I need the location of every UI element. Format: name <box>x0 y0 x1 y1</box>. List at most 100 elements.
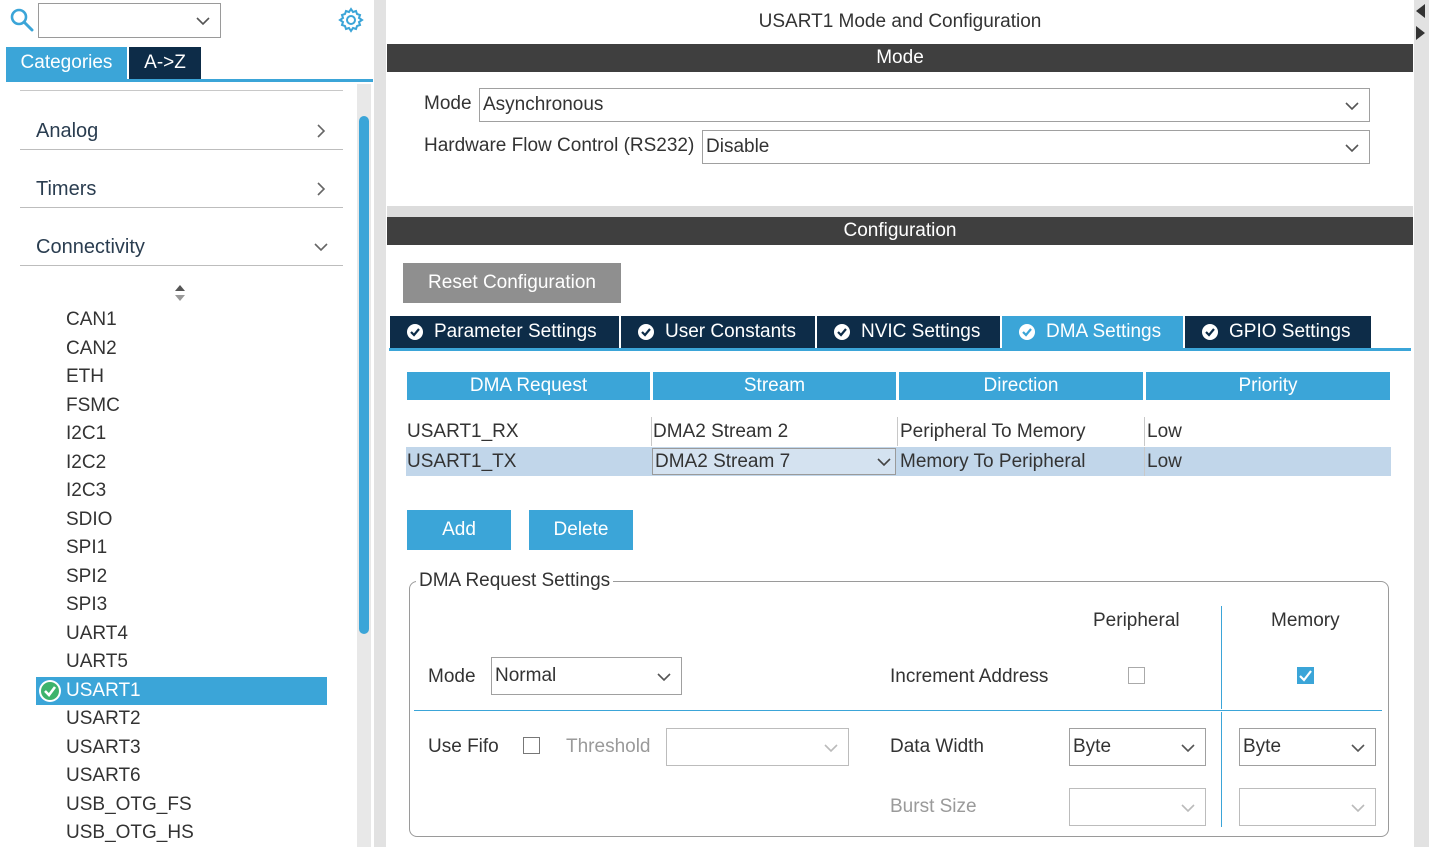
chevron-down-icon <box>1345 144 1359 153</box>
tab-user-constants[interactable]: User Constants <box>621 316 815 348</box>
tab-underline <box>389 348 1411 351</box>
peripheral-item-spi3[interactable]: SPI3 <box>66 591 107 619</box>
flow-control-value: Disable <box>706 136 770 157</box>
threshold-label: Threshold <box>566 736 651 757</box>
check-circle-icon <box>407 324 423 340</box>
right-collapse-strip[interactable] <box>1414 0 1429 847</box>
add-button[interactable]: Add <box>407 510 511 550</box>
cell-dma-request: USART1_TX <box>407 451 517 472</box>
category-analog[interactable]: Analog <box>20 92 343 150</box>
reset-configuration-button[interactable]: Reset Configuration <box>403 263 621 303</box>
peripheral-column-header: Peripheral <box>1093 610 1180 631</box>
peripheral-item-uart4[interactable]: UART4 <box>66 620 128 648</box>
table-row-selected[interactable]: USART1_TX DMA2 Stream 7 Memory To Periph… <box>406 447 1391 476</box>
peripheral-item-i2c2[interactable]: I2C2 <box>66 449 106 477</box>
burst-size-label: Burst Size <box>890 796 977 817</box>
search-combo[interactable] <box>38 3 221 38</box>
column-divider <box>1221 606 1222 709</box>
threshold-select[interactable] <box>666 728 849 766</box>
sort-icon[interactable] <box>172 284 188 302</box>
dma-request-settings-legend: DMA Request Settings <box>416 570 614 592</box>
data-width-label: Data Width <box>890 736 984 757</box>
peripheral-item-fsmc[interactable]: FSMC <box>66 392 120 420</box>
tab-categories[interactable]: Categories <box>6 47 127 79</box>
check-circle-icon <box>1202 324 1218 340</box>
peripheral-item-spi1[interactable]: SPI1 <box>66 534 107 562</box>
check-circle-icon <box>39 680 61 702</box>
configuration-section-header: Configuration <box>387 217 1413 245</box>
expand-arrow-icon[interactable] <box>1416 26 1425 40</box>
flow-control-select[interactable]: Disable <box>702 130 1370 164</box>
gear-icon[interactable] <box>338 7 364 33</box>
column-header-priority[interactable]: Priority <box>1146 372 1390 400</box>
dma-mode-select[interactable]: Normal <box>491 657 682 695</box>
memory-column-header: Memory <box>1271 610 1340 631</box>
peripheral-item-can2[interactable]: CAN2 <box>66 335 117 363</box>
tab-a-to-z[interactable]: A->Z <box>129 47 201 79</box>
peripheral-item-usart1[interactable]: USART1 <box>36 677 327 705</box>
data-width-memory-select[interactable]: Byte <box>1239 728 1376 766</box>
peripheral-item-i2c3[interactable]: I2C3 <box>66 477 106 505</box>
chevron-down-icon[interactable] <box>194 12 212 30</box>
data-width-memory-value: Byte <box>1243 736 1282 757</box>
category-connectivity[interactable]: Connectivity <box>20 208 343 266</box>
tab-label: DMA Settings <box>1046 321 1162 342</box>
chevron-right-icon <box>317 182 326 196</box>
burst-size-memory-select[interactable] <box>1239 788 1376 826</box>
table-row[interactable]: USART1_RX DMA2 Stream 2 Peripheral To Me… <box>406 417 1391 446</box>
page-title: USART1 Mode and Configuration <box>758 11 1042 32</box>
chevron-down-icon <box>877 458 891 467</box>
peripheral-item-eth[interactable]: ETH <box>66 363 104 391</box>
divider <box>20 90 343 91</box>
column-header-stream[interactable]: Stream <box>653 372 896 400</box>
tab-dma-settings[interactable]: DMA Settings <box>1002 316 1183 348</box>
peripheral-item-usb-otg-fs[interactable]: USB_OTG_FS <box>66 791 192 819</box>
burst-size-peripheral-select[interactable] <box>1069 788 1206 826</box>
tab-gpio-settings[interactable]: GPIO Settings <box>1185 316 1371 348</box>
peripheral-label: USART1 <box>66 680 141 701</box>
panel-splitter[interactable] <box>374 0 386 847</box>
column-divider <box>1221 712 1222 827</box>
scrollbar-thumb[interactable] <box>359 116 369 634</box>
increment-address-label: Increment Address <box>890 666 1049 687</box>
collapse-arrow-icon[interactable] <box>1416 4 1425 18</box>
cell-priority: Low <box>1147 421 1182 442</box>
column-header-dma-request[interactable]: DMA Request <box>407 372 650 400</box>
dma-mode-label: Mode <box>428 666 476 687</box>
peripheral-item-usart6[interactable]: USART6 <box>66 762 141 790</box>
mode-section-header: Mode <box>387 44 1413 72</box>
chevron-down-icon <box>1345 102 1359 111</box>
section-gap <box>387 206 1413 217</box>
cell-direction: Peripheral To Memory <box>900 421 1086 442</box>
data-width-peripheral-select[interactable]: Byte <box>1069 728 1206 766</box>
increment-peripheral-checkbox[interactable] <box>1128 667 1145 684</box>
peripheral-item-uart5[interactable]: UART5 <box>66 648 128 676</box>
tab-label: NVIC Settings <box>861 321 981 342</box>
chevron-down-icon <box>314 243 328 252</box>
data-width-peripheral-value: Byte <box>1073 736 1112 757</box>
peripheral-item-usart2[interactable]: USART2 <box>66 705 141 733</box>
peripheral-item-can1[interactable]: CAN1 <box>66 306 117 334</box>
increment-memory-checkbox[interactable] <box>1297 667 1314 684</box>
cell-dma-request: USART1_RX <box>407 421 519 442</box>
column-header-direction[interactable]: Direction <box>899 372 1143 400</box>
peripheral-item-usb-otg-hs[interactable]: USB_OTG_HS <box>66 819 194 847</box>
delete-button[interactable]: Delete <box>529 510 633 550</box>
tab-label: Parameter Settings <box>434 321 597 342</box>
check-circle-icon <box>1019 324 1035 340</box>
peripheral-item-spi2[interactable]: SPI2 <box>66 563 107 591</box>
use-fifo-checkbox[interactable] <box>523 737 540 754</box>
tab-parameter-settings[interactable]: Parameter Settings <box>390 316 619 348</box>
search-icon[interactable] <box>10 8 34 32</box>
mode-select[interactable]: Asynchronous <box>479 88 1370 122</box>
category-timers[interactable]: Timers <box>20 150 343 208</box>
check-circle-icon <box>638 324 654 340</box>
check-circle-icon <box>834 324 850 340</box>
mode-label: Mode <box>424 93 472 114</box>
tab-label: User Constants <box>665 321 796 342</box>
tab-nvic-settings[interactable]: NVIC Settings <box>817 316 1000 348</box>
stream-select[interactable]: DMA2 Stream 7 <box>652 448 896 475</box>
peripheral-item-sdio[interactable]: SDIO <box>66 506 112 534</box>
peripheral-item-usart3[interactable]: USART3 <box>66 734 141 762</box>
peripheral-item-i2c1[interactable]: I2C1 <box>66 420 106 448</box>
